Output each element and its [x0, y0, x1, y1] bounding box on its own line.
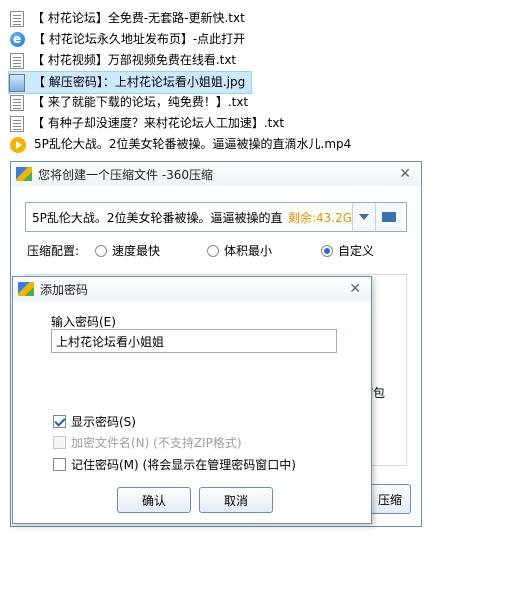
show-password-option[interactable]: 显示密码(S)	[53, 413, 136, 430]
remember-password-checkbox[interactable]	[53, 458, 66, 471]
file-name: 【 村花论坛】全免费-无套路-更新快.txt	[32, 11, 245, 25]
dialog-title-bar[interactable]: 您将创建一个压缩文件 -360压缩 ✕	[11, 162, 421, 186]
path-dropdown-button[interactable]	[352, 203, 375, 231]
checkbox-label: 记住密码(M) (将会显示在管理密码窗口中)	[71, 458, 296, 472]
password-input[interactable]	[51, 329, 337, 353]
file-item[interactable]: 5P乱伦大战。2位美女轮番被操。逼逼被操的直滴水儿.mp4	[10, 134, 351, 155]
radio-button[interactable]	[95, 244, 107, 257]
option-label: 自定义	[338, 244, 375, 258]
file-name: 【 村花视频】万部视频免费在线看.txt	[32, 53, 237, 67]
file-item[interactable]: 【 村花视频】万部视频免费在线看.txt	[10, 50, 236, 71]
radio-button[interactable]	[207, 244, 219, 257]
file-name: 【 解压密码】：上村花论坛看小姐姐.jpg	[33, 75, 246, 89]
output-path-field[interactable]: 5P乱伦大战。2位美女轮番被操。逼逼被操的直 剩余:43.2GB	[25, 202, 407, 232]
password-label: 输入密码(E)	[51, 315, 116, 329]
remember-password-option[interactable]: 记住密码(M) (将会显示在管理密码窗口中)	[53, 456, 296, 473]
option-label: 速度最快	[112, 244, 161, 258]
txt-file-icon	[10, 94, 24, 111]
dialog-title: 添加密码	[40, 282, 89, 297]
encrypt-filename-option: 加密文件名(N) (不支持ZIP格式)	[53, 434, 242, 451]
txt-file-icon	[10, 52, 24, 69]
close-icon[interactable]: ✕	[399, 166, 411, 182]
mp4-file-icon	[10, 136, 26, 153]
dialog-title: 您将创建一个压缩文件 -360压缩	[38, 167, 214, 182]
confirm-button[interactable]: 确认	[117, 487, 191, 513]
option-smallest[interactable]: 体积最小	[207, 242, 272, 259]
checkbox-label: 显示密码(S)	[71, 415, 136, 429]
add-password-dialog: 添加密码 ✕ 输入密码(E) 显示密码(S) 加密文件名(N) (不支持ZIP格…	[12, 276, 372, 524]
checkbox-label: 加密文件名(N) (不支持ZIP格式)	[71, 436, 242, 450]
txt-file-icon	[10, 10, 24, 27]
close-icon[interactable]: ✕	[349, 281, 361, 297]
file-name: 【 来了就能下载的论坛，纯免费！】.txt	[32, 95, 249, 109]
option-custom[interactable]: 自定义	[321, 242, 374, 259]
folder-icon	[382, 212, 396, 222]
file-item-selected[interactable]: 【 解压密码】：上村花论坛看小姐姐.jpg	[8, 71, 253, 94]
app-icon	[18, 282, 34, 296]
show-password-checkbox[interactable]	[53, 415, 66, 428]
jpg-file-icon	[9, 73, 25, 92]
compress-config-row: 压缩配置: 速度最快 体积最小 自定义	[27, 242, 374, 259]
app-icon	[16, 167, 32, 181]
option-fastest[interactable]: 速度最快	[95, 242, 160, 259]
browse-folder-button[interactable]	[375, 203, 402, 231]
file-item[interactable]: 【 村花论坛永久地址发布页】-点此打开	[10, 29, 245, 50]
output-path-text: 5P乱伦大战。2位美女轮番被操。逼逼被操的直	[32, 210, 283, 225]
file-item[interactable]: 【 村花论坛】全免费-无套路-更新快.txt	[10, 8, 245, 29]
url-shortcut-icon	[10, 29, 25, 50]
encrypt-filename-checkbox	[53, 436, 66, 449]
file-item[interactable]: 【 有种子却没速度？来村花论坛人工加速】.txt	[10, 113, 284, 134]
file-name: 5P乱伦大战。2位美女轮番被操。逼逼被操的直滴水儿.mp4	[34, 137, 352, 151]
file-item[interactable]: 【 来了就能下载的论坛，纯免费！】.txt	[10, 92, 248, 113]
file-name: 【 有种子却没速度？来村花论坛人工加速】.txt	[32, 116, 285, 130]
option-label: 体积最小	[224, 244, 273, 258]
cancel-button[interactable]: 取消	[199, 487, 273, 513]
radio-button-selected[interactable]	[321, 244, 333, 257]
txt-file-icon	[10, 115, 24, 132]
remaining-space: 剩余:43.2GB	[288, 210, 361, 225]
file-name: 【 村花论坛永久地址发布页】-点此打开	[33, 32, 246, 46]
dialog-title-bar[interactable]: 添加密码 ✕	[13, 277, 371, 301]
config-label: 压缩配置:	[27, 244, 80, 258]
